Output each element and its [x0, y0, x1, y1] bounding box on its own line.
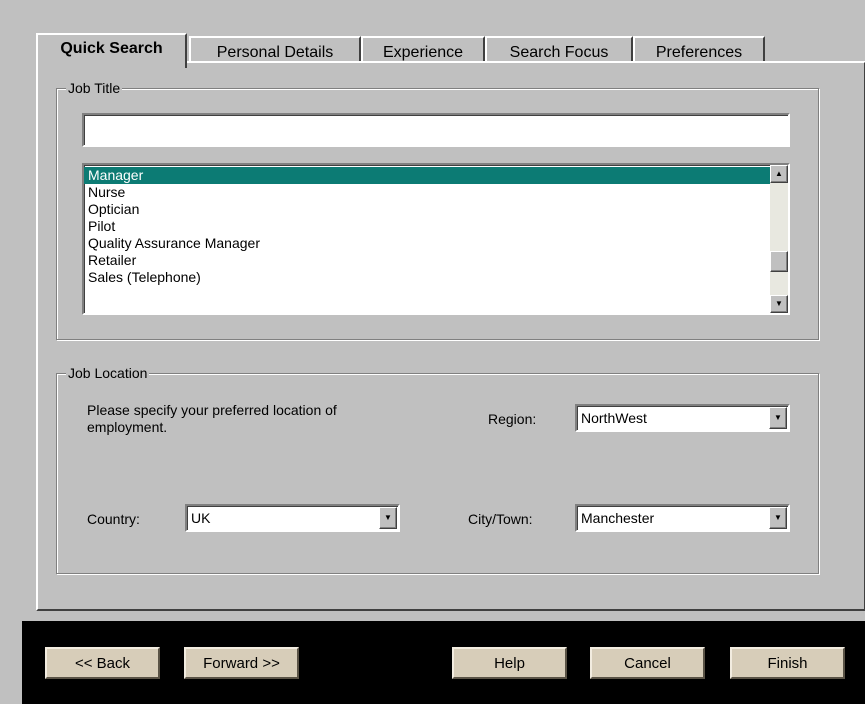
list-item[interactable]: Pilot — [84, 218, 770, 235]
job-title-listbox[interactable]: Manager Nurse Optician Pilot Quality Assuran… — [82, 163, 790, 315]
list-item[interactable]: Optician — [84, 201, 770, 218]
finish-button[interactable]: Finish — [730, 647, 845, 679]
forward-button[interactable]: Forward >> — [184, 647, 299, 679]
dropdown-arrow-icon[interactable]: ▼ — [379, 507, 397, 529]
listbox-scrollbar[interactable]: ▲ ▼ — [770, 165, 788, 313]
location-description: Please specify your preferred location o… — [87, 402, 337, 435]
list-item[interactable]: Manager — [84, 167, 770, 184]
country-value: UK — [191, 510, 211, 526]
scrollbar-thumb[interactable] — [770, 251, 788, 273]
dropdown-arrow-icon[interactable]: ▼ — [769, 507, 787, 529]
dropdown-arrow-icon[interactable]: ▼ — [769, 407, 787, 429]
scroll-up-arrow-icon[interactable]: ▲ — [770, 165, 788, 183]
button-bar: << Back Forward >> Help Cancel Finish — [22, 621, 865, 704]
region-value: NorthWest — [581, 410, 647, 426]
active-tab-joiner — [38, 61, 185, 64]
country-select[interactable]: UK ▼ — [185, 504, 400, 532]
list-item[interactable]: Quality Assurance Manager — [84, 235, 770, 252]
region-select[interactable]: NorthWest ▼ — [575, 404, 790, 432]
list-item[interactable]: Sales (Telephone) — [84, 269, 770, 286]
scroll-down-arrow-icon[interactable]: ▼ — [770, 295, 788, 313]
job-title-legend: Job Title — [66, 80, 123, 96]
city-value: Manchester — [581, 510, 655, 526]
job-title-input[interactable] — [82, 113, 790, 147]
list-item[interactable]: Retailer — [84, 252, 770, 269]
job-location-legend: Job Location — [66, 365, 150, 381]
city-select[interactable]: Manchester ▼ — [575, 504, 790, 532]
job-title-list-items: Manager Nurse Optician Pilot Quality Assuran… — [84, 167, 770, 286]
list-item[interactable]: Nurse — [84, 184, 770, 201]
city-label: City/Town: — [468, 511, 533, 527]
country-label: Country: — [87, 511, 140, 527]
help-button[interactable]: Help — [452, 647, 567, 679]
cancel-button[interactable]: Cancel — [590, 647, 705, 679]
region-label: Region: — [488, 411, 537, 427]
back-button[interactable]: << Back — [45, 647, 160, 679]
